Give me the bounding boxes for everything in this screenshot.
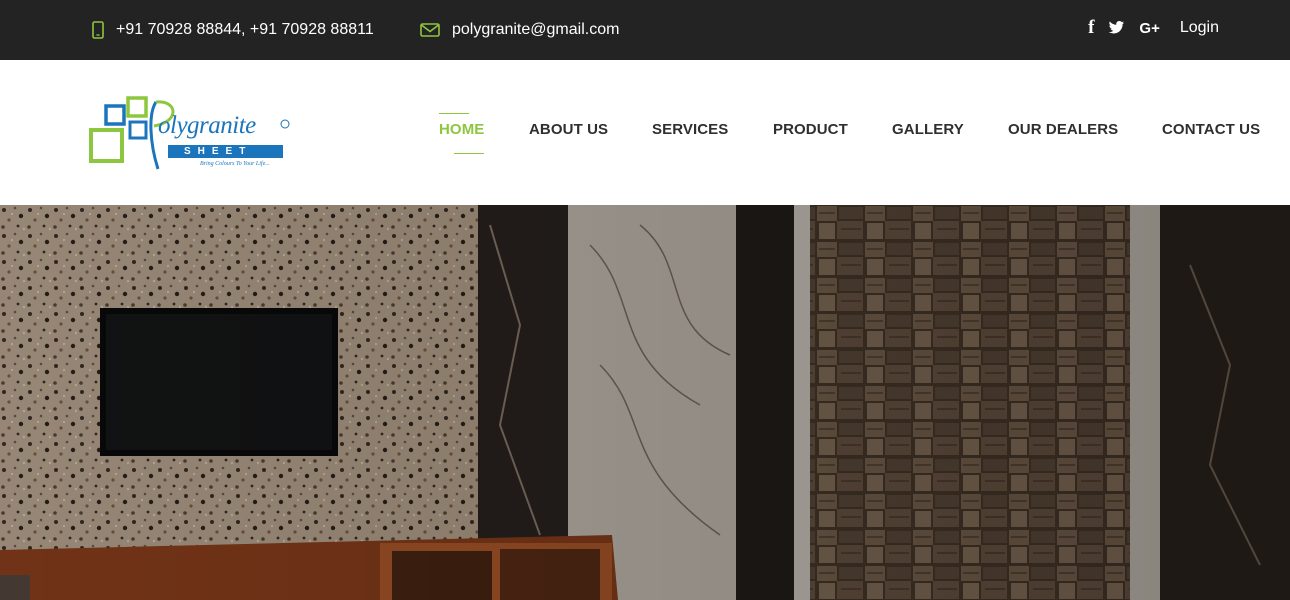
nav-home[interactable]: HOME	[439, 113, 485, 154]
hero-room-image	[0, 205, 1290, 600]
top-bar: +91 70928 88844, +91 70928 88811 polygra…	[0, 0, 1290, 60]
email-address[interactable]: polygranite@gmail.com	[452, 21, 619, 39]
phone-contact: +91 70928 88844, +91 70928 88811	[92, 0, 374, 60]
social-links: f G+ Login	[1074, 0, 1219, 56]
twitter-icon[interactable]	[1108, 21, 1125, 35]
nav-gallery[interactable]: GALLERY	[892, 121, 964, 138]
google-plus-icon[interactable]: G+	[1139, 20, 1159, 37]
mobile-phone-icon	[92, 21, 104, 39]
nav-product[interactable]: PRODUCT	[773, 121, 848, 138]
login-link[interactable]: Login	[1180, 19, 1219, 37]
nav-contact-us[interactable]: CONTACT US	[1162, 121, 1260, 138]
main-nav: HOME ABOUT US SERVICES PRODUCT GALLERY O…	[0, 60, 1290, 205]
site-header: olygranite SHEET Bring Colours To Your L…	[0, 60, 1290, 205]
facebook-icon[interactable]: f	[1088, 17, 1094, 39]
nav-about-us[interactable]: ABOUT US	[529, 121, 608, 138]
phone-numbers: +91 70928 88844, +91 70928 88811	[116, 21, 374, 38]
envelope-icon	[420, 22, 440, 38]
nav-our-dealers[interactable]: OUR DEALERS	[1008, 121, 1118, 138]
hero-banner	[0, 205, 1290, 600]
nav-services[interactable]: SERVICES	[652, 121, 728, 138]
email-contact: polygranite@gmail.com	[420, 0, 619, 60]
